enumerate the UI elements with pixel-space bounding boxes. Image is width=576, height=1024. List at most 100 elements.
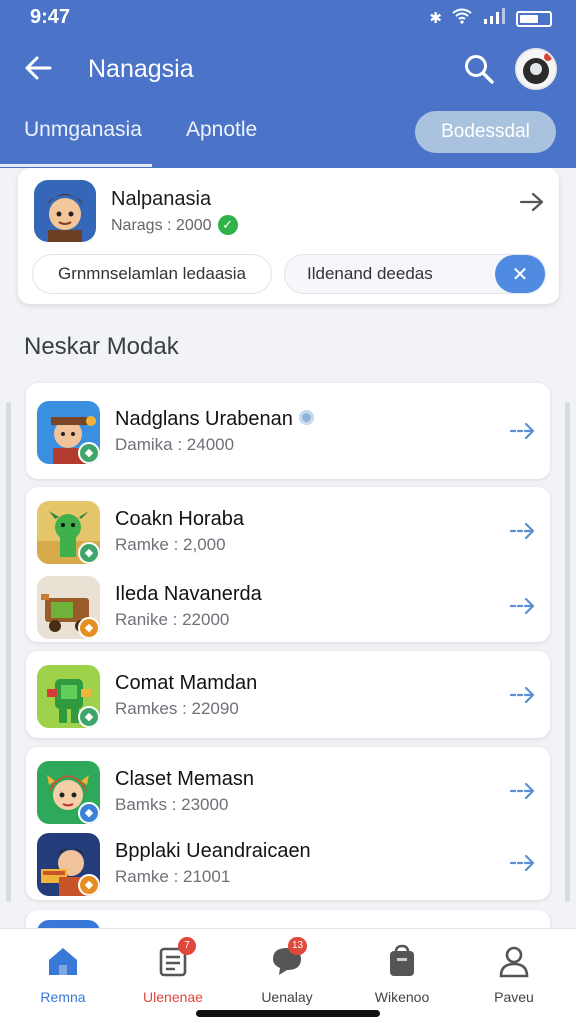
- filter-pill-right[interactable]: Ildenand deedas ✕: [284, 254, 546, 294]
- app-badge-icon: ◆: [78, 542, 100, 564]
- dashed-arrow-right-icon: [509, 686, 535, 704]
- app-meta: Damika : 24000: [115, 435, 235, 454]
- profile-subtitle: Narags : 2000 ✓: [111, 215, 238, 235]
- verified-check-icon: ✓: [217, 215, 238, 235]
- open-item-button[interactable]: [509, 853, 537, 873]
- list-card: ◆ Claset Memasn Bamks : 23000 ◆ Bpplaki …: [26, 747, 550, 900]
- tab-apnotle[interactable]: Apnotle: [186, 118, 257, 142]
- avatar[interactable]: [515, 48, 557, 90]
- search-button[interactable]: [462, 52, 496, 86]
- profile-icon: [499, 946, 529, 978]
- nav-item-profile[interactable]: Paveu: [459, 937, 569, 1007]
- filter-pill-right-label: Ildenand deedas: [307, 264, 433, 283]
- nav-label: Remna: [40, 989, 86, 1005]
- list-item[interactable]: ◆ Coakn Horaba Ramke : 2,000: [26, 495, 550, 567]
- nav-label: Wikenoo: [374, 989, 430, 1005]
- filter-pill-left[interactable]: Grnmnselamlan ledaasia: [32, 254, 272, 294]
- app-meta: Ramkes : 22090: [115, 699, 239, 718]
- battery-icon: [516, 10, 552, 27]
- bag-icon: [390, 944, 414, 976]
- list-item[interactable]: ◆ Nadglans Urabenan Damika : 24000: [26, 395, 550, 467]
- game-character-icon: [34, 180, 96, 242]
- app-badge-icon: ◆: [78, 442, 100, 464]
- app-icon: ◆: [37, 665, 100, 728]
- profile-open-button[interactable]: [518, 190, 546, 214]
- open-item-button[interactable]: [509, 685, 537, 705]
- signal-icon: [482, 8, 506, 29]
- page-title: Nanagsia: [88, 55, 194, 83]
- back-button[interactable]: [22, 52, 54, 84]
- notification-badge: 13: [288, 937, 308, 955]
- app-title-text: Nadglans Urabenan: [115, 408, 293, 430]
- nav-label: Uenalay: [261, 989, 313, 1005]
- app-meta: Ramke : 21001: [115, 867, 231, 886]
- list-item[interactable]: ◆ Bpplaki Ueandraicaen Ramke : 21001: [26, 827, 550, 899]
- app-title: Comat Mamdan: [115, 672, 258, 694]
- nav-label: Ulenenae: [143, 989, 203, 1005]
- active-tab-indicator: [0, 164, 152, 167]
- list-item[interactable]: ◆ Ileda Navanerda Ranike : 22000: [26, 570, 550, 642]
- app-icon: ◆: [37, 761, 100, 824]
- open-item-button[interactable]: [509, 781, 537, 801]
- status-dot-icon: [298, 410, 314, 425]
- nav-item-chat[interactable]: 13 Uenalay: [232, 937, 342, 1007]
- profile-name: Nalpanasia: [111, 188, 212, 210]
- app-icon: ◆: [37, 576, 100, 639]
- scroll-track-left: [6, 402, 11, 902]
- scrollbar[interactable]: [565, 402, 570, 902]
- home-icon: [49, 948, 77, 975]
- app-badge-icon: ◆: [78, 617, 100, 639]
- dashed-arrow-right-icon: [509, 597, 535, 615]
- list-item[interactable]: ◆ Comat Mamdan Ramkes : 22090: [26, 659, 550, 731]
- dashed-arrow-right-icon: [509, 782, 535, 800]
- app-icon: ◆: [37, 833, 100, 896]
- notification-badge: 7: [178, 937, 196, 955]
- app-badge-icon: ◆: [78, 802, 100, 824]
- dashed-arrow-right-icon: [509, 522, 535, 540]
- nav-item-documents[interactable]: 7 Ulenenae: [118, 937, 228, 1007]
- user-avatar-icon: [523, 53, 552, 84]
- app-icon: ◆: [37, 501, 100, 564]
- app-badge-icon: ◆: [78, 874, 100, 896]
- clear-filter-button[interactable]: ✕: [495, 255, 545, 293]
- status-time: 9:47: [30, 6, 71, 28]
- app-title: Claset Memasn: [115, 768, 254, 790]
- app-title: Nadglans Urabenan: [115, 408, 314, 431]
- dashed-arrow-right-icon: [509, 422, 535, 440]
- profile-subtitle-text: Narags : 2000: [111, 217, 212, 234]
- list-item[interactable]: ◆ Claset Memasn Bamks : 23000: [26, 755, 550, 827]
- nav-item-bag[interactable]: Wikenoo: [347, 937, 457, 1007]
- app-title: Coakn Horaba: [115, 508, 244, 530]
- app-title: Bpplaki Ueandraicaen: [115, 840, 311, 862]
- status-bar: 9:47 ✱: [0, 0, 576, 36]
- arrow-right-icon: [519, 192, 544, 212]
- open-item-button[interactable]: [509, 521, 537, 541]
- section-title: Neskar Modak: [24, 333, 179, 360]
- search-icon: [465, 55, 494, 84]
- open-item-button[interactable]: [509, 596, 537, 616]
- profile-card[interactable]: Nalpanasia Narags : 2000 ✓ Grnmnselamlan …: [18, 168, 559, 304]
- app-icon: ◆: [37, 401, 100, 464]
- home-indicator[interactable]: [196, 1010, 380, 1017]
- arrow-left-icon: [25, 56, 52, 80]
- list-card: ◆ Comat Mamdan Ramkes : 22090: [26, 651, 550, 738]
- close-icon: ✕: [511, 263, 529, 286]
- list-card: ◆ Nadglans Urabenan Damika : 24000: [26, 383, 550, 479]
- open-item-button[interactable]: [509, 421, 537, 441]
- app-meta: Ranike : 22000: [115, 610, 230, 629]
- bluetooth-icon: ✱: [429, 9, 442, 27]
- app-header: 9:47 ✱ Nanagsia Unmganasia Apnotle Bodes…: [0, 0, 576, 168]
- tab-bar: Unmganasia Apnotle Bodessdal: [0, 108, 576, 168]
- app-meta: Bamks : 23000: [115, 795, 229, 814]
- app-badge-icon: ◆: [78, 706, 100, 728]
- status-icons: ✱: [429, 8, 552, 29]
- app-meta: Ramke : 2,000: [115, 535, 226, 554]
- tab-unmganasia[interactable]: Unmganasia: [24, 118, 142, 142]
- wifi-icon: [452, 8, 472, 29]
- app-title: Ileda Navanerda: [115, 583, 262, 605]
- nav-item-home[interactable]: Remna: [8, 937, 118, 1007]
- nav-label: Paveu: [494, 989, 534, 1005]
- list-card: ◆ Coakn Horaba Ramke : 2,000 ◆ Ileda Nav…: [26, 487, 550, 642]
- dashed-arrow-right-icon: [509, 854, 535, 872]
- tab-chip-button[interactable]: Bodessdal: [415, 111, 556, 153]
